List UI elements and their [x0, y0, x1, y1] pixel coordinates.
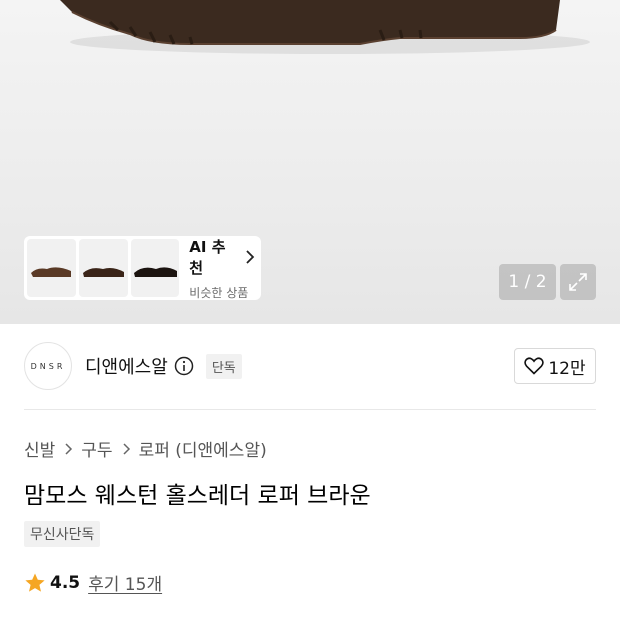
breadcrumb-item-shoes[interactable]: 신발	[24, 436, 55, 461]
ai-recommend-title: AI 추천	[189, 237, 226, 277]
ai-recommend-subtitle: 비슷한 상품	[189, 285, 249, 300]
rating-value: 4.5	[50, 572, 81, 593]
breadcrumb: 신발 구두 로퍼 (디앤에스알)	[24, 436, 267, 461]
like-count: 12만	[548, 358, 586, 379]
product-title: 맘모스 웨스턴 홀스레더 로퍼 브라운	[24, 483, 371, 509]
heart-icon	[524, 357, 545, 375]
expand-icon	[569, 273, 587, 291]
ai-recommend-card[interactable]: AI 추천 비슷한 상품	[24, 236, 261, 300]
chevron-right-icon	[246, 249, 255, 264]
exclusive-badge: 단독	[205, 353, 242, 379]
image-pager: 1 / 2	[499, 264, 556, 300]
review-count-link[interactable]: 후기 15개	[88, 570, 162, 595]
brand-logo-text: DNSR	[30, 361, 66, 371]
divider	[24, 409, 596, 410]
like-button[interactable]: 12만	[514, 348, 596, 384]
product-image-gallery[interactable]: AI 추천 비슷한 상품 1 / 2	[0, 0, 620, 324]
brand-row: DNSR 디앤에스알 단독 12만	[24, 342, 596, 390]
breadcrumb-item-loafer[interactable]: 로퍼 (디앤에스알)	[139, 436, 267, 461]
info-icon[interactable]	[174, 356, 194, 376]
breadcrumb-item-dress-shoes[interactable]: 구두	[81, 436, 112, 461]
expand-button[interactable]	[560, 264, 596, 300]
thumbnail-dark-brown-loafer[interactable]	[78, 239, 128, 297]
brand-logo[interactable]: DNSR	[24, 342, 72, 390]
thumbnail-black-loafer[interactable]	[130, 239, 180, 297]
thumbnail-brown-loafer[interactable]	[27, 239, 76, 297]
chevron-right-icon	[121, 442, 131, 455]
product-tag: 무신사단독	[24, 521, 101, 547]
chevron-right-icon	[63, 442, 73, 455]
rating-row: 4.5 후기 15개	[24, 570, 162, 595]
star-icon	[25, 573, 45, 592]
brand-name[interactable]: 디앤에스알	[85, 353, 168, 379]
